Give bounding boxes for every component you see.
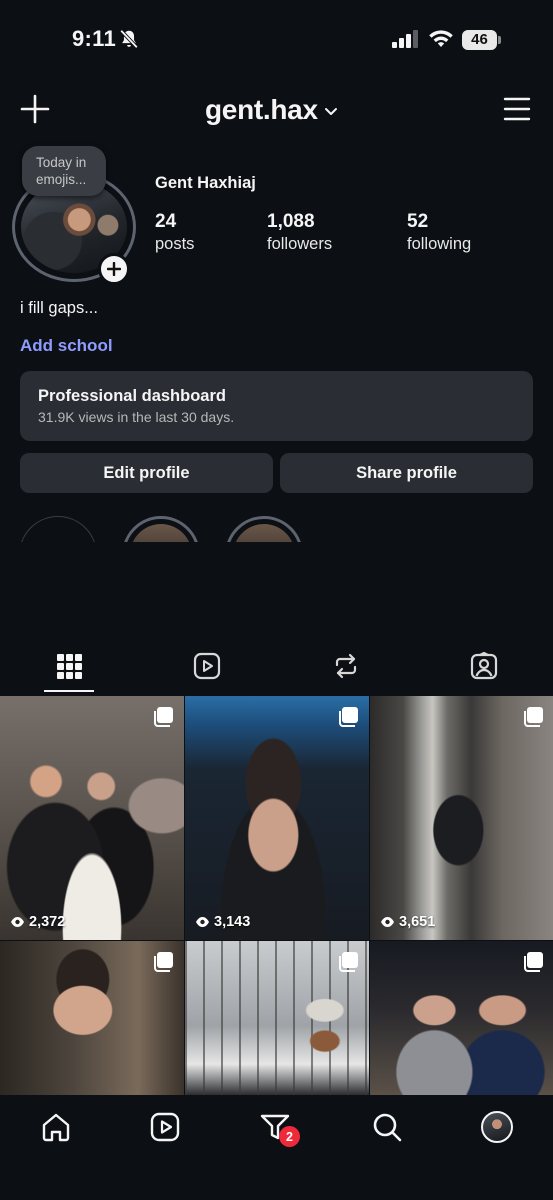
dashboard-subtitle: 31.9K views in the last 30 days. (38, 409, 235, 425)
chevron-down-icon (324, 108, 337, 115)
highlight-new[interactable] (19, 516, 97, 542)
eye-icon (196, 917, 209, 927)
stat-following[interactable]: 52 following (407, 210, 471, 256)
grid-post[interactable]: 3,651 (370, 696, 553, 940)
edit-profile-button[interactable]: Edit profile (20, 453, 273, 493)
reels-icon[interactable] (193, 652, 221, 680)
bell-slash-icon (119, 29, 139, 49)
carousel-icon (154, 952, 173, 972)
view-count-value: 2,372 (29, 914, 66, 930)
following-label: following (407, 235, 472, 253)
notification-badge: 2 (279, 1126, 300, 1147)
plus-icon (107, 262, 121, 276)
cell-signal-icon (392, 30, 418, 48)
carousel-icon (524, 952, 543, 972)
grid-icon[interactable] (55, 652, 83, 680)
dashboard-title: Professional dashboard (38, 387, 226, 405)
create-plus-button[interactable] (20, 94, 50, 124)
highlight-item[interactable] (122, 516, 200, 542)
eye-icon (11, 917, 24, 927)
tagged-icon[interactable] (470, 652, 498, 680)
story-highlights (0, 508, 553, 542)
view-count-value: 3,143 (214, 914, 251, 930)
highlight-item[interactable] (225, 516, 303, 542)
view-count: 3,143 (195, 914, 250, 930)
search-icon[interactable] (371, 1111, 403, 1143)
battery-indicator: 46 (462, 30, 502, 50)
following-count: 52 (407, 211, 429, 232)
grid-post[interactable] (370, 941, 553, 1095)
menu-hamburger-icon[interactable] (503, 96, 531, 122)
highlight-cover (233, 524, 295, 542)
carousel-icon (339, 952, 358, 972)
professional-dashboard-card[interactable]: Professional dashboard 31.9K views in th… (20, 371, 533, 441)
carousel-icon (339, 707, 358, 727)
followers-label: followers (267, 235, 333, 253)
note-bubble[interactable]: Today in emojis... (22, 146, 106, 196)
carousel-icon (154, 707, 173, 727)
posts-label: posts (155, 235, 195, 253)
home-icon[interactable] (40, 1111, 72, 1143)
carousel-icon (524, 707, 543, 727)
bottom-navigation (0, 1095, 553, 1200)
bio-text: i fill gaps... (20, 299, 98, 317)
grid-post[interactable] (0, 941, 184, 1095)
active-tab-indicator (44, 690, 94, 692)
account-switcher[interactable]: gent.hax (205, 94, 338, 126)
view-count: 3,651 (380, 914, 435, 930)
share-profile-button[interactable]: Share profile (280, 453, 533, 493)
posts-count: 24 (155, 211, 177, 232)
add-story-button[interactable] (98, 253, 130, 285)
reposts-icon[interactable] (332, 652, 360, 680)
highlight-cover (130, 524, 192, 542)
followers-count: 1,088 (267, 211, 315, 232)
wifi-icon (429, 30, 453, 47)
profile-nav-avatar[interactable] (481, 1111, 513, 1143)
view-count-value: 3,651 (399, 914, 436, 930)
view-count: 2,372 (10, 914, 65, 930)
grid-post[interactable]: 3,143 (185, 696, 369, 940)
full-name: Gent Haxhiaj (155, 174, 256, 192)
stat-followers[interactable]: 1,088 followers (267, 210, 332, 256)
reels-nav-icon[interactable] (149, 1111, 181, 1143)
add-school-link[interactable]: Add school (20, 336, 113, 356)
stat-posts[interactable]: 24 posts (155, 210, 194, 256)
battery-cap (498, 36, 501, 44)
status-time: 9:11 (72, 26, 117, 51)
battery-level: 46 (462, 30, 497, 50)
grid-post[interactable] (185, 941, 369, 1095)
eye-icon (381, 917, 394, 927)
username: gent.hax (205, 94, 318, 125)
grid-post[interactable]: 2,372 (0, 696, 184, 940)
